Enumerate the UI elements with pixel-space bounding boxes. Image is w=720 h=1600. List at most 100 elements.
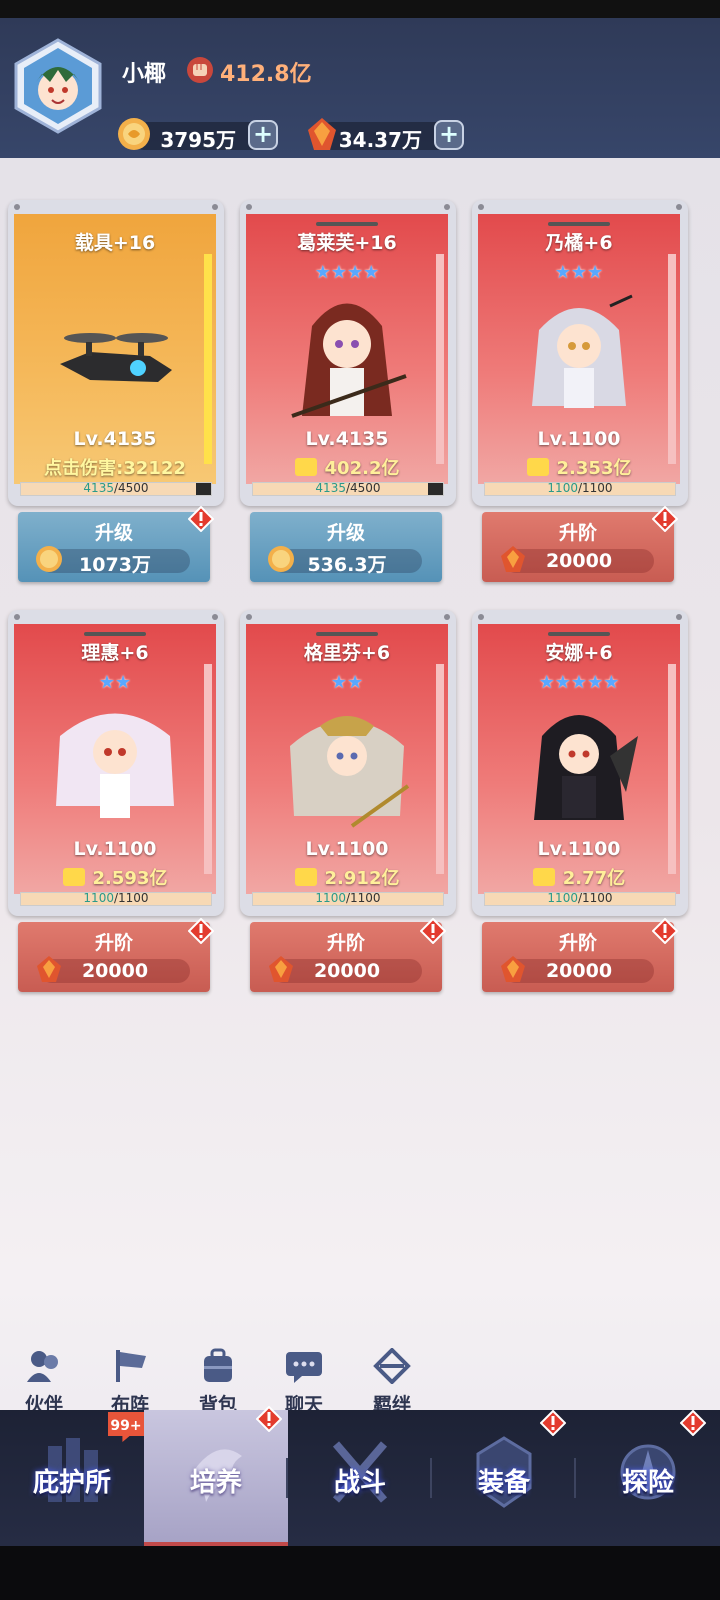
card-level: Lv.4135 bbox=[73, 428, 157, 450]
card-stat: 2.912亿 bbox=[324, 868, 400, 889]
card-power: 2.353亿 bbox=[478, 454, 680, 480]
alert-icon bbox=[652, 506, 678, 532]
quick-chat[interactable]: 聊天 bbox=[274, 1348, 334, 1417]
character-portrait bbox=[532, 294, 633, 408]
cost-value: 20000 bbox=[545, 550, 613, 572]
quick-formation[interactable]: 布阵 bbox=[100, 1348, 160, 1417]
card-name: 安娜+6 bbox=[545, 642, 613, 664]
crystal-value: 34.37万 bbox=[338, 128, 422, 152]
player-avatar[interactable] bbox=[14, 38, 102, 134]
card-top-bar bbox=[316, 222, 378, 226]
combat-power: 412.8亿 bbox=[220, 62, 312, 87]
add-crystal-button[interactable]: + bbox=[434, 120, 464, 150]
progress-text: 1100/1100 bbox=[485, 891, 675, 905]
partner-card-lihui[interactable]: 理惠+6 ★★ Lv.1100 2.593亿 1100/1100 bbox=[8, 610, 224, 916]
level-progress-bar: 1100/1100 bbox=[484, 481, 676, 496]
card-pin bbox=[212, 614, 218, 620]
alert-icon bbox=[652, 918, 678, 944]
coin-icon bbox=[118, 118, 150, 150]
card-level: Lv.1100 bbox=[537, 428, 621, 450]
card-top-bar bbox=[548, 222, 610, 226]
add-gold-button[interactable]: + bbox=[248, 120, 278, 150]
level-progress-bar: 4135/4500 bbox=[252, 481, 444, 496]
tab-label: 庇护所 bbox=[32, 1468, 111, 1498]
button-label: 升级 bbox=[326, 522, 365, 544]
progress-current: 1100 bbox=[315, 891, 346, 905]
alert-icon bbox=[680, 1410, 706, 1436]
progress-max: /1100 bbox=[345, 891, 381, 905]
card-name: 乃橘+6 bbox=[545, 232, 613, 254]
quick-bond[interactable]: 羁绊 bbox=[362, 1347, 422, 1417]
card-level: Lv.1100 bbox=[305, 838, 389, 860]
button-label: 升阶 bbox=[326, 932, 365, 954]
card-pin bbox=[676, 204, 682, 210]
partner-card-gelifen[interactable]: 格里芬+6 ★★ Lv.1100 2.912亿 1100/1100 bbox=[240, 610, 456, 916]
star-rating: ★★ bbox=[330, 672, 364, 693]
backpack-icon bbox=[204, 1348, 232, 1382]
progress-max: /1100 bbox=[113, 891, 149, 905]
cost-pill: 20000 bbox=[501, 546, 654, 573]
tab-label: 探险 bbox=[621, 1468, 674, 1498]
upgrade-button[interactable]: 升级 1073万 bbox=[18, 512, 210, 582]
cost-pill: 20000 bbox=[269, 956, 422, 983]
quick-partner[interactable]: 伙伴 bbox=[14, 1348, 74, 1417]
star-rating: ★★★★★ bbox=[538, 672, 620, 693]
cost-value: 20000 bbox=[313, 960, 381, 982]
card-pin bbox=[676, 614, 682, 620]
star-rating: ★★ bbox=[98, 672, 132, 693]
progress-text: 4135/4500 bbox=[253, 481, 443, 495]
tab-label: 培养 bbox=[189, 1468, 242, 1498]
tab-battle[interactable]: 战斗 bbox=[288, 1410, 432, 1546]
gold-value: 3795万 bbox=[160, 128, 236, 152]
card-level: Lv.1100 bbox=[537, 838, 621, 860]
card-pin bbox=[478, 614, 484, 620]
power-icon bbox=[294, 868, 317, 886]
helicopter-image bbox=[60, 333, 172, 382]
ascend-button[interactable]: 升阶 20000 bbox=[18, 922, 210, 992]
progress-max: /4500 bbox=[345, 481, 381, 495]
star-rating: ★★★★ bbox=[314, 262, 380, 283]
button-label: 升阶 bbox=[558, 932, 597, 954]
player-name: 小椰 bbox=[122, 62, 167, 87]
character-portrait bbox=[290, 716, 410, 828]
card-pin bbox=[246, 204, 252, 210]
progress-current: 1100 bbox=[83, 891, 114, 905]
card-top-bar bbox=[316, 632, 378, 636]
card-stat: 2.77亿 bbox=[562, 868, 626, 889]
progress-text: 4135/4500 bbox=[21, 481, 211, 495]
upgrade-button[interactable]: 升级 536.3万 bbox=[250, 512, 442, 582]
partner-card-anna[interactable]: 安娜+6 ★★★★★ Lv.1100 2.77亿 1100/1100 bbox=[472, 610, 688, 916]
card-stat: 402.2亿 bbox=[324, 458, 400, 479]
flag-icon bbox=[116, 1350, 146, 1382]
card-pin bbox=[212, 204, 218, 210]
ascend-button[interactable]: 升阶 20000 bbox=[250, 922, 442, 992]
button-label: 升阶 bbox=[558, 522, 597, 544]
vehicle-card[interactable]: 载具+16 Lv.4135 点击伤害:32122 4135/4500 bbox=[8, 200, 224, 506]
card-level: Lv.4135 bbox=[305, 428, 389, 450]
progress-text: 1100/1100 bbox=[485, 481, 675, 495]
progress-current: 4135 bbox=[315, 481, 346, 495]
card-stat: 点击伤害:32122 bbox=[44, 458, 186, 479]
progress-max: /1100 bbox=[577, 481, 613, 495]
power-icon bbox=[294, 458, 317, 476]
partner-icon bbox=[27, 1351, 58, 1382]
card-name: 格里芬+6 bbox=[303, 642, 391, 664]
alert-icon bbox=[188, 918, 214, 944]
ascend-button[interactable]: 升阶 20000 bbox=[482, 922, 674, 992]
quick-backpack[interactable]: 背包 bbox=[188, 1348, 248, 1417]
card-pin bbox=[444, 204, 450, 210]
tab-label: 装备 bbox=[477, 1468, 530, 1498]
cost-pill: 20000 bbox=[501, 956, 654, 983]
partner-card-naiju[interactable]: 乃橘+6 ★★★ Lv.1100 2.353亿 1100/1100 bbox=[472, 200, 688, 506]
gold-currency: 3795万 + bbox=[118, 118, 278, 152]
card-power: 2.912亿 bbox=[246, 864, 448, 890]
character-portrait bbox=[534, 715, 638, 820]
cost-pill: 20000 bbox=[37, 956, 190, 983]
progress-max: /4500 bbox=[113, 481, 149, 495]
card-power: 402.2亿 bbox=[246, 454, 448, 480]
partner-card-gelaifu[interactable]: 葛莱芙+16 ★★★★ Lv.4135 402.2亿 4135/4500 bbox=[240, 200, 456, 506]
button-label: 升级 bbox=[94, 522, 133, 544]
ascend-button[interactable]: 升阶 20000 bbox=[482, 512, 674, 582]
power-icon bbox=[62, 868, 85, 886]
power-icon bbox=[532, 868, 555, 886]
